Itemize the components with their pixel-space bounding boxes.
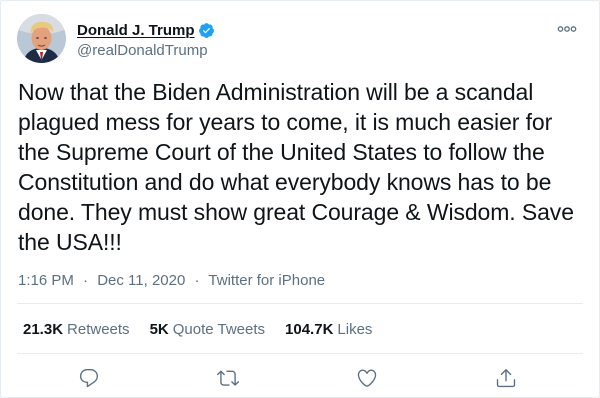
author-name-row: Donald J. Trump — [77, 20, 215, 40]
like-button[interactable] — [354, 365, 380, 391]
tweet-actions — [1, 361, 599, 395]
tweet-date[interactable]: Dec 11, 2020 — [97, 272, 185, 289]
tweet-meta: 1:16 PM · Dec 11, 2020 · Twitter for iPh… — [18, 272, 325, 289]
divider — [17, 303, 583, 304]
author-handle[interactable]: @realDonaldTrump — [77, 42, 208, 59]
avatar[interactable] — [17, 14, 66, 63]
author-display-name[interactable]: Donald J. Trump — [77, 22, 195, 39]
retweet-button[interactable] — [215, 365, 241, 391]
verified-badge-icon — [198, 22, 214, 38]
likes-count: 104.7K — [285, 321, 334, 338]
meta-separator: · — [194, 272, 200, 289]
heart-icon — [357, 369, 377, 387]
retweets-count: 21.3K — [23, 321, 64, 338]
reply-icon — [79, 369, 99, 388]
likes-stat[interactable]: 104.7K Likes — [285, 321, 372, 338]
avatar-image — [17, 14, 66, 63]
tweet-card: Donald J. Trump @realDonaldTrump Now tha… — [0, 0, 600, 398]
retweets-stat[interactable]: 21.3K Retweets — [23, 321, 130, 338]
quote-tweets-count: 5K — [149, 321, 169, 338]
meta-separator: · — [83, 272, 89, 289]
tweet-source[interactable]: Twitter for iPhone — [208, 272, 325, 289]
likes-label: Likes — [337, 321, 373, 338]
divider — [17, 353, 583, 354]
share-button[interactable] — [493, 365, 519, 391]
quote-tweets-label: Quote Tweets — [172, 321, 266, 338]
quote-tweets-stat[interactable]: 5K Quote Tweets — [150, 321, 265, 338]
share-icon — [496, 369, 516, 388]
tweet-time[interactable]: 1:16 PM — [18, 272, 74, 289]
tweet-text: Now that the Biden Administration will b… — [18, 79, 574, 255]
tweet-stats: 21.3K Retweets 5K Quote Tweets 104.7K Likes — [23, 321, 392, 338]
reply-button[interactable] — [76, 365, 102, 391]
retweets-label: Retweets — [67, 321, 130, 338]
more-icon[interactable] — [557, 24, 577, 34]
retweet-icon — [217, 370, 239, 386]
